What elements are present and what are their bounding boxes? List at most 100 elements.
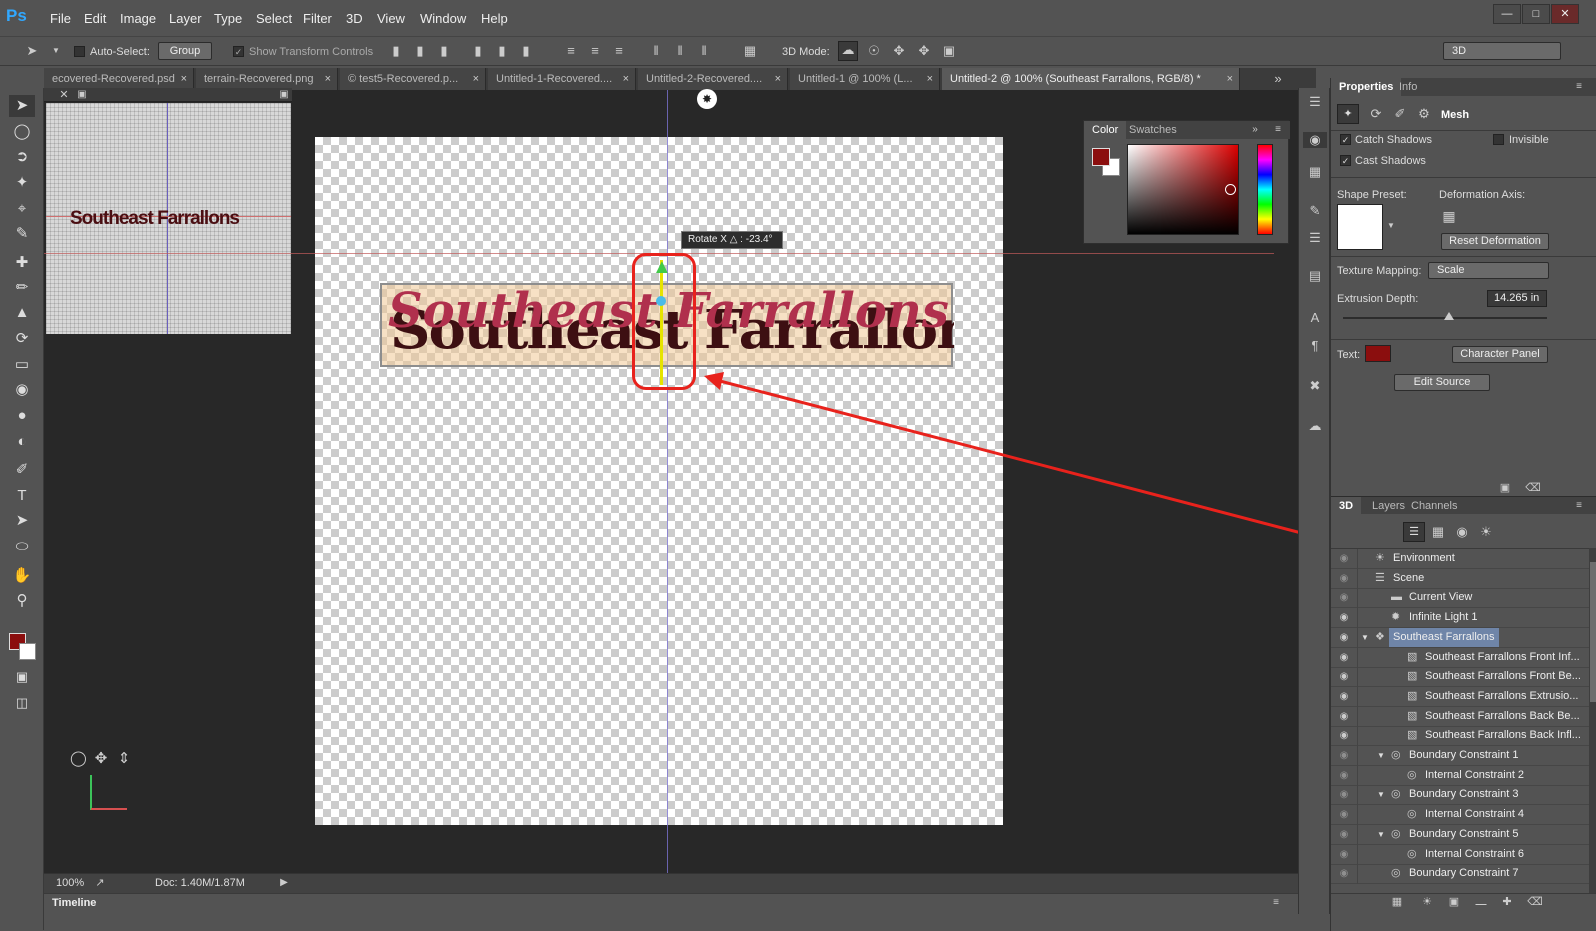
align-top-icon[interactable]: ▮ — [388, 43, 404, 59]
visibility-eye-icon[interactable]: ◉ — [1337, 572, 1351, 585]
align-right-icon[interactable]: ▮ — [518, 43, 534, 59]
visibility-eye-icon[interactable]: ◉ — [1337, 828, 1351, 841]
slide-3d-icon[interactable]: ✥ — [916, 43, 932, 59]
visibility-eye-icon[interactable]: ◉ — [1337, 651, 1351, 664]
align-hcenter-icon[interactable]: ▮ — [494, 43, 510, 59]
tab-doc-active[interactable]: Untitled-2 @ 100% (Southeast Farrallons,… — [942, 68, 1240, 90]
menu-select[interactable]: Select — [256, 11, 292, 26]
path-select-icon[interactable]: ➤ — [9, 510, 35, 532]
libraries-panel-icon[interactable]: ☁ — [1307, 418, 1323, 434]
align-bottom-icon[interactable]: ▮ — [436, 43, 452, 59]
coordinates-mode-icon[interactable]: ⚙ — [1416, 106, 1432, 122]
brush-panel-icon[interactable]: ✎ — [1307, 203, 1323, 219]
dolly-camera-icon[interactable]: ⇕ — [116, 751, 132, 767]
properties-delete-icon[interactable]: ⌫ — [1525, 480, 1541, 496]
stamp-tool-icon[interactable]: ▲ — [9, 302, 35, 324]
distribute-hcenter-icon[interactable]: ‖ — [672, 43, 688, 59]
status-menu-icon[interactable]: ▶ — [276, 875, 292, 891]
auto-select-dropdown[interactable]: Group — [158, 42, 212, 60]
layer-row[interactable]: ◉ ◎ Internal Constraint 4 — [1331, 805, 1589, 826]
character-panel-button[interactable]: Character Panel — [1452, 346, 1548, 363]
shape-preset-thumbnail[interactable] — [1337, 204, 1383, 250]
distribute-left-icon[interactable]: ‖ — [648, 43, 664, 59]
edit-source-button[interactable]: Edit Source — [1394, 374, 1490, 391]
twirl-arrow-icon[interactable]: ▼ — [1377, 746, 1385, 765]
lasso-tool-icon[interactable]: ➲ — [9, 146, 35, 168]
layer-row[interactable]: ◉ ▼ ◎ Boundary Constraint 5 — [1331, 824, 1589, 845]
menu-3d[interactable]: 3D — [346, 11, 363, 26]
distribute-right-icon[interactable]: ‖ — [696, 43, 712, 59]
twirl-arrow-icon[interactable]: ▼ — [1377, 785, 1385, 804]
type-tool-icon[interactable]: T — [9, 485, 35, 507]
adjustments-panel-icon[interactable]: ☰ — [1307, 230, 1323, 246]
auto-align-icon[interactable]: ▦ — [742, 43, 758, 59]
menu-layer[interactable]: Layer — [169, 11, 202, 26]
tab-channels[interactable]: Channels — [1403, 497, 1465, 515]
distribute-vcenter-icon[interactable]: ≡ — [587, 43, 603, 59]
deformation-axis-grid-icon[interactable]: ▦ — [1441, 208, 1457, 224]
visibility-eye-icon[interactable]: ◉ — [1337, 670, 1351, 683]
whole-scene-filter-icon[interactable]: ☰ — [1403, 522, 1425, 542]
close-tab-icon[interactable]: × — [927, 68, 933, 90]
close-tab-icon[interactable]: × — [775, 68, 781, 90]
twirl-arrow-icon[interactable]: ▼ — [1377, 825, 1385, 844]
tab-color[interactable]: Color — [1084, 121, 1127, 139]
hue-slider[interactable] — [1257, 144, 1273, 235]
auto-select-checkbox[interactable] — [74, 46, 85, 57]
layer-row[interactable]: ◉ ▧ Southeast Farrallons Back Be... — [1331, 706, 1589, 727]
swatches-panel-icon[interactable]: ▦ — [1307, 164, 1323, 180]
magic-wand-icon[interactable]: ✦ — [9, 172, 35, 194]
healing-brush-icon[interactable]: ✚ — [9, 252, 35, 274]
materials-filter-icon[interactable]: ◉ — [1454, 524, 1470, 540]
extrusion-depth-input[interactable]: 14.265 in — [1487, 290, 1547, 307]
roll-3d-icon[interactable]: ☉ — [866, 43, 882, 59]
zoom-level[interactable]: 100% — [56, 877, 84, 889]
layer-row[interactable]: ◉ ▼ ❖ Southeast Farrallons — [1331, 627, 1589, 648]
tab-3d[interactable]: 3D — [1331, 497, 1362, 515]
lights-filter-icon[interactable]: ☀ — [1478, 524, 1494, 540]
pan-3d-icon[interactable]: ✥ — [891, 43, 907, 59]
layer-scrollbar[interactable] — [1589, 548, 1596, 893]
menu-help[interactable]: Help — [481, 11, 508, 26]
layer-row[interactable]: ◉ ▼ ◎ Boundary Constraint 3 — [1331, 785, 1589, 806]
more-tabs-icon[interactable]: » — [1270, 71, 1286, 87]
visibility-eye-icon[interactable]: ◉ — [1337, 769, 1351, 782]
deform-mode-icon[interactable]: ⟳ — [1368, 106, 1384, 122]
extrusion-depth-thumb[interactable] — [1444, 312, 1455, 320]
layer-row[interactable]: ◉ ◎ Boundary Constraint 7 — [1331, 864, 1589, 885]
timeline-label[interactable]: Timeline — [52, 897, 96, 909]
visibility-eye-icon[interactable]: ◉ — [1337, 848, 1351, 861]
tab-info[interactable]: Info — [1391, 78, 1425, 96]
menu-window[interactable]: Window — [420, 11, 466, 26]
visibility-eye-icon[interactable]: ◉ — [1337, 690, 1351, 703]
menu-view[interactable]: View — [377, 11, 405, 26]
restore-button[interactable]: □ — [1522, 4, 1550, 24]
visibility-eye-icon[interactable]: ◉ — [1337, 867, 1351, 880]
blur-tool-icon[interactable]: ● — [9, 405, 35, 427]
duplicate-icon[interactable]: ✚ — [1499, 894, 1515, 910]
timeline-menu-icon[interactable]: ≡ — [1268, 895, 1284, 911]
hand-tool-icon[interactable]: ✋ — [9, 565, 35, 587]
menu-file[interactable]: File — [50, 11, 71, 26]
history-brush-icon[interactable]: ⟳ — [9, 328, 35, 350]
clone-source-icon[interactable]: ▤ — [1307, 268, 1323, 284]
menu-filter[interactable]: Filter — [303, 11, 332, 26]
layer-row[interactable]: ◉ ☰ Scene — [1331, 568, 1589, 589]
orbit-3d-icon[interactable]: ☁ — [838, 41, 858, 61]
layer-row[interactable]: ◉ ◎ Internal Constraint 6 — [1331, 844, 1589, 865]
eyedropper-icon[interactable]: ✎ — [9, 223, 35, 245]
visibility-eye-icon[interactable]: ◉ — [1337, 729, 1351, 742]
cap-mode-icon[interactable]: ✐ — [1392, 106, 1408, 122]
close-window-button[interactable]: ✕ — [1551, 4, 1579, 24]
marquee-tool-icon[interactable]: ◯ — [9, 121, 35, 143]
pan-camera-icon[interactable]: ✥ — [93, 751, 109, 767]
new-scene-icon[interactable]: ▦ — [1389, 894, 1405, 910]
close-tab-icon[interactable]: × — [473, 68, 479, 90]
move-tool-icon[interactable]: ➤ — [9, 95, 35, 117]
twirl-arrow-icon[interactable]: ▼ — [1361, 628, 1369, 647]
layers-menu-icon[interactable]: ≡ — [1571, 498, 1587, 514]
close-preview-icon[interactable]: ✕ — [56, 87, 72, 103]
show-transform-checkbox[interactable]: ✓ — [233, 46, 244, 57]
layer-row[interactable]: ◉ ▧ Southeast Farrallons Front Inf... — [1331, 647, 1589, 668]
catch-shadows-checkbox[interactable]: ✓ — [1340, 134, 1351, 145]
